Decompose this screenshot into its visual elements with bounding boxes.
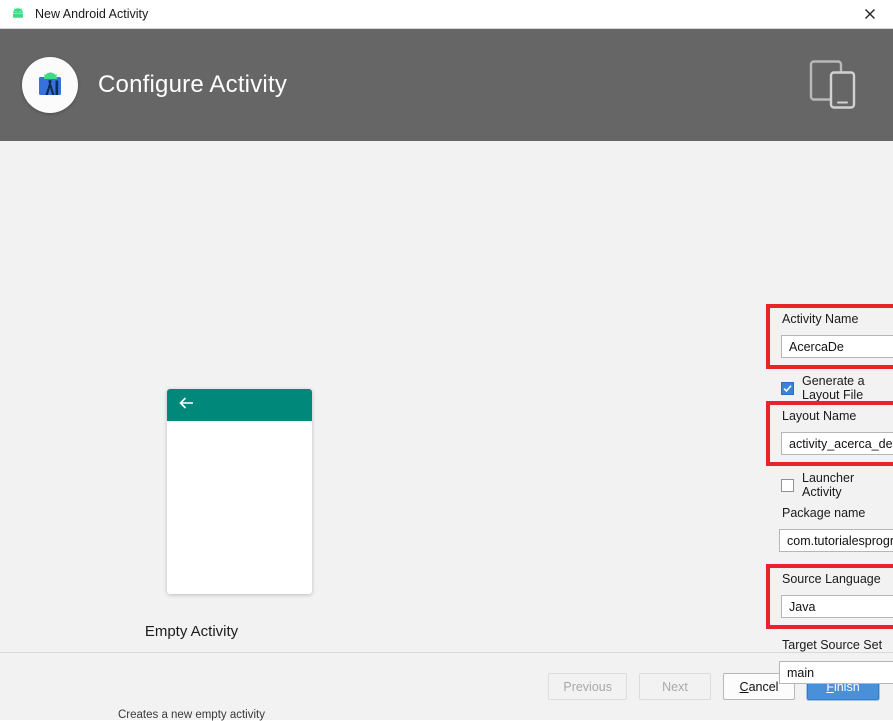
page-title: Configure Activity bbox=[98, 71, 288, 98]
cancel-button-mnemonic: C bbox=[739, 679, 749, 694]
launcher-activity-label: Launcher Activity bbox=[802, 471, 855, 499]
checkbox-checked-icon[interactable] bbox=[781, 381, 794, 395]
template-preview-thumbnail bbox=[167, 389, 312, 594]
checkbox-unchecked-icon[interactable] bbox=[781, 478, 794, 492]
back-arrow-icon bbox=[179, 396, 195, 415]
activity-name-input[interactable]: AcercaDe bbox=[781, 335, 893, 358]
tablet-and-phone-icon bbox=[803, 52, 865, 119]
template-description: Creates a new empty activity bbox=[117, 709, 265, 721]
package-name-combobox[interactable]: com.tutorialesprogramacionya.proyecto010 bbox=[779, 529, 893, 552]
generate-layout-file-label: Generate a Layout File bbox=[802, 374, 865, 402]
package-name-label: Package name bbox=[782, 506, 866, 520]
source-language-label: Source Language bbox=[782, 572, 881, 586]
close-icon[interactable] bbox=[847, 0, 893, 28]
previous-button[interactable]: Previous bbox=[548, 673, 627, 700]
configuration-form: Activity Name AcercaDe Generate a Layout… bbox=[383, 141, 893, 684]
activity-name-label: Activity Name bbox=[782, 312, 859, 326]
dialog-body: Empty Activity Creates a new empty activ… bbox=[0, 141, 893, 721]
layout-name-label: Layout Name bbox=[782, 409, 857, 423]
dialog-header: Configure Activity bbox=[0, 29, 893, 141]
layout-name-input[interactable]: activity_acerca_de bbox=[781, 432, 893, 455]
cancel-button-label: ancel bbox=[748, 679, 779, 694]
template-preview-panel: Empty Activity Creates a new empty activ… bbox=[0, 141, 383, 721]
template-name: Empty Activity bbox=[144, 623, 239, 640]
android-studio-logo-icon bbox=[22, 57, 78, 113]
android-robot-icon bbox=[10, 6, 26, 22]
next-button[interactable]: Next bbox=[639, 673, 711, 700]
preview-appbar bbox=[167, 389, 312, 421]
target-source-set-label: Target Source Set bbox=[782, 638, 883, 652]
launcher-activity-checkbox[interactable]: Launcher Activity bbox=[781, 471, 893, 499]
package-name-value: com.tutorialesprogramacionya.proyecto010 bbox=[787, 533, 893, 548]
target-source-set-value: main bbox=[787, 665, 815, 680]
source-language-value: Java bbox=[789, 599, 816, 614]
window-title-bar: New Android Activity bbox=[0, 0, 893, 29]
source-language-combobox[interactable]: Java bbox=[781, 595, 893, 618]
window-title: New Android Activity bbox=[35, 7, 149, 21]
generate-layout-file-checkbox[interactable]: Generate a Layout File bbox=[781, 374, 893, 402]
target-source-set-combobox[interactable]: main bbox=[779, 661, 893, 684]
